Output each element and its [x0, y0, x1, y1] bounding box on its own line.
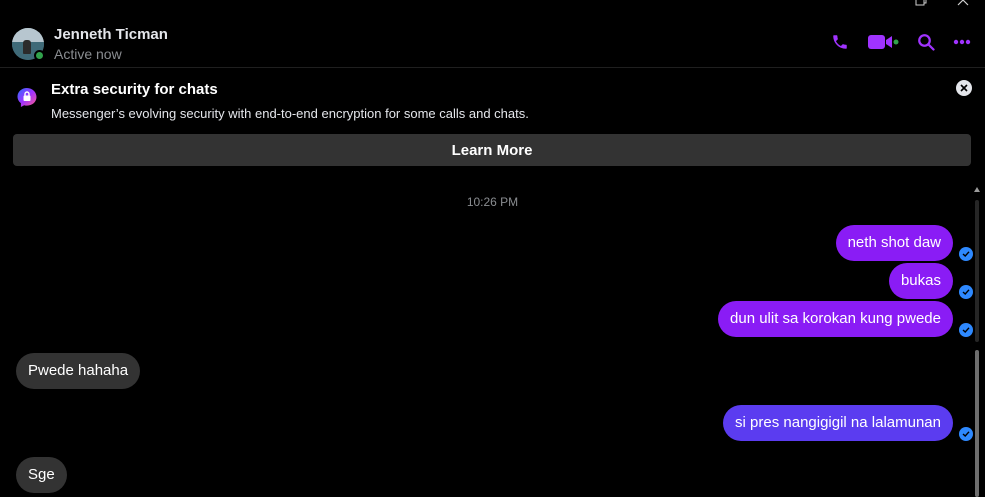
scrollbar-thumb[interactable] — [975, 350, 979, 497]
contact-name[interactable]: Jenneth Ticman — [54, 26, 168, 43]
read-receipt-icon — [959, 285, 973, 299]
message-bubble-outgoing[interactable]: si pres nangigigil na lalamunan — [723, 405, 953, 441]
scroll-up-arrow-icon[interactable] — [974, 187, 980, 192]
search-icon[interactable] — [917, 33, 935, 51]
banner-title: Extra security for chats — [51, 81, 218, 98]
message-bubble-incoming[interactable]: Pwede hahaha — [16, 353, 141, 389]
message-timestamp: 10:26 PM — [466, 195, 519, 209]
read-receipt-icon — [959, 427, 973, 441]
presence-dot — [34, 50, 45, 61]
contact-status: Active now — [54, 46, 122, 62]
close-icon[interactable] — [956, 80, 972, 96]
scrollbar-track[interactable] — [975, 200, 979, 342]
video-icon[interactable] — [867, 33, 899, 51]
header-actions — [831, 33, 971, 51]
lock-shield-icon — [15, 86, 39, 110]
phone-icon[interactable] — [831, 33, 849, 51]
message-bubble-outgoing[interactable]: bukas — [888, 263, 953, 299]
read-receipt-icon — [959, 323, 973, 337]
learn-more-button[interactable]: Learn More — [13, 134, 971, 166]
message-bubble-outgoing[interactable]: dun ulit sa korokan kung pwede — [718, 301, 953, 337]
more-icon[interactable] — [953, 39, 971, 45]
message-bubble-incoming[interactable]: Sge — [16, 457, 67, 493]
banner-text: Messenger’s evolving security with end-t… — [51, 106, 529, 121]
read-receipt-icon — [959, 247, 973, 261]
message-bubble-outgoing[interactable]: neth shot daw — [835, 225, 953, 261]
chat-header: Jenneth Ticman Active now — [0, 0, 985, 68]
